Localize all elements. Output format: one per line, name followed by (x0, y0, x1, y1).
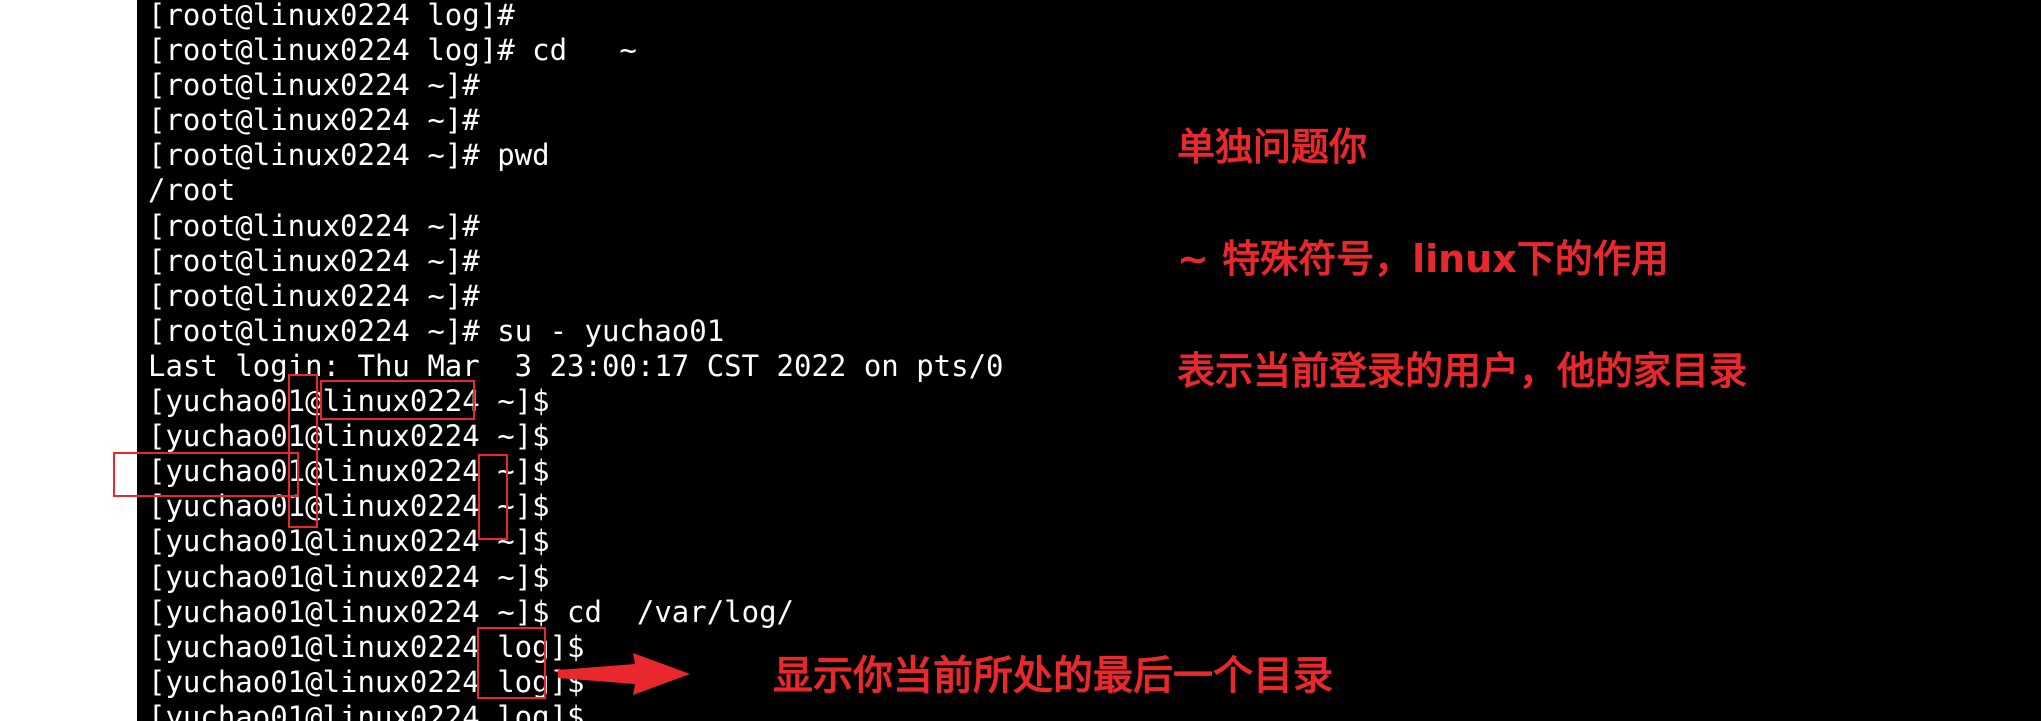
arrow-right-icon (558, 653, 690, 695)
screenshot-page: [root@linux0224 log]# [root@linux0224 lo… (0, 0, 2041, 721)
